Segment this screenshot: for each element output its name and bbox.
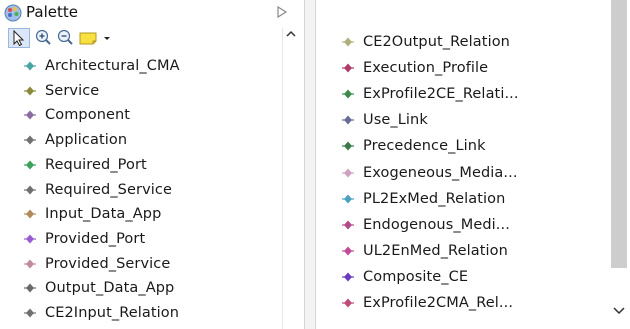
panel-divider (304, 0, 316, 329)
palette-title: Palette (26, 3, 78, 21)
tool-item-label: Precedence_Link (363, 138, 486, 155)
tool-dropdown[interactable] (102, 28, 112, 48)
tool-diamond-icon (342, 220, 354, 230)
select-tool-icon (13, 29, 25, 47)
tool-item-label: ExProfile2CMA_Rel... (363, 295, 514, 311)
tool-diamond-icon (24, 185, 36, 194)
tool-diamond-icon (24, 110, 36, 120)
tool-diamond-icon (342, 298, 354, 308)
palette-tool-item[interactable]: Provided_Service (24, 254, 170, 274)
note-tool[interactable] (78, 28, 100, 48)
tool-item-label: Application (45, 132, 128, 149)
tool-item-label: PL2ExMed_Relation (363, 190, 506, 207)
palette-tool-item[interactable]: Required_Service (24, 180, 172, 200)
dropdown-arrow-icon (104, 37, 110, 40)
tool-diamond-icon (342, 194, 354, 204)
tool-item-label: Component (45, 107, 131, 124)
palette-tool-item[interactable]: Application (24, 130, 127, 150)
tool-item-label: Provided_Port (45, 230, 146, 247)
tool-diamond-icon (24, 259, 36, 269)
left-scrollbar[interactable] (282, 28, 299, 329)
palette-tool-item[interactable]: Required_Port (24, 155, 147, 175)
tool-item-label: Provided_Service (45, 255, 171, 272)
select-tool[interactable] (8, 28, 30, 48)
scroll-down-icon[interactable] (613, 306, 625, 314)
right-scrollbar[interactable] (608, 0, 630, 329)
tool-diamond-icon (342, 246, 354, 256)
palette-tool-item[interactable]: Input_Data_App (24, 204, 161, 224)
palette-tool-item[interactable]: PL2ExMed_Relation (342, 189, 505, 209)
tool-diamond-icon (24, 234, 36, 244)
note-tool-icon (79, 32, 97, 45)
tool-diamond-icon (24, 209, 36, 219)
tool-item-label: Endogenous_Medi... (363, 216, 510, 233)
palette-tool-item[interactable]: Service (24, 81, 99, 101)
tool-item-label: Service (45, 82, 100, 99)
tool-item-label: Output_Data_App (45, 280, 175, 297)
tool-diamond-icon (342, 89, 354, 99)
tool-item-label: Use_Link (363, 112, 428, 129)
tool-item-label: Input_Data_App (45, 206, 162, 223)
palette-panel-left: Palette Architectural_CMA Service Compon… (0, 0, 304, 329)
scrollbar-thumb[interactable] (611, 0, 627, 268)
palette-tool-item[interactable]: ExProfile2CE_Relati... (342, 84, 519, 104)
palette-tool-item[interactable]: Composite_CE (342, 267, 468, 287)
palette-tool-item[interactable]: CE2Output_Relation (342, 32, 510, 52)
tool-item-label: Execution_Profile (363, 60, 489, 77)
tool-diamond-icon (24, 135, 36, 145)
palette-tool-item[interactable]: Execution_Profile (342, 58, 488, 78)
tool-diamond-icon (24, 308, 36, 318)
scroll-up-icon[interactable] (286, 30, 296, 38)
palette-tool-item[interactable]: CE2Input_Relation (24, 303, 179, 323)
tool-item-label: CE2Output_Relation (363, 34, 510, 50)
zoom-in-tool[interactable] (34, 28, 52, 48)
palette-tool-item[interactable]: Use_Link (342, 110, 428, 130)
zoom-out-icon (57, 29, 73, 45)
tool-item-label: CE2Input_Relation (45, 305, 180, 321)
collapse-palette-icon[interactable] (275, 4, 289, 20)
zoom-out-tool[interactable] (56, 28, 74, 48)
palette-icon (4, 4, 22, 22)
tool-item-label: Architectural_CMA (45, 58, 180, 74)
palette-tool-item[interactable]: Precedence_Link (342, 136, 486, 156)
tool-diamond-icon (342, 168, 354, 177)
palette-tool-item[interactable]: Endogenous_Medi... (342, 215, 510, 235)
palette-header: Palette (0, 0, 304, 26)
tool-diamond-icon (342, 141, 354, 151)
tool-item-label: Required_Port (45, 156, 147, 173)
tool-item-label: ExProfile2CE_Relati... (363, 86, 519, 103)
tool-diamond-icon (342, 37, 354, 47)
tool-item-label: Required_Service (45, 181, 172, 198)
palette-toolbar (8, 28, 276, 48)
palette-tool-item[interactable]: Component (24, 105, 130, 125)
palette-tool-item[interactable]: Provided_Port (24, 229, 145, 249)
tool-diamond-icon (24, 160, 36, 170)
tool-diamond-icon (342, 63, 354, 73)
zoom-in-icon (35, 29, 51, 45)
palette-tool-item[interactable]: Exogeneous_Media... (342, 163, 518, 183)
tool-diamond-icon (24, 283, 36, 293)
palette-panel-right: CE2Output_Relation Execution_Profile ExPro… (316, 0, 630, 329)
palette-tool-item[interactable]: Output_Data_App (24, 278, 174, 298)
tool-diamond-icon (342, 115, 354, 125)
tool-diamond-icon (342, 272, 354, 282)
tool-item-label: Exogeneous_Media... (363, 164, 518, 181)
palette-tool-item[interactable]: UL2EnMed_Relation (342, 241, 508, 261)
palette-tool-item[interactable]: Architectural_CMA (24, 56, 180, 76)
tool-diamond-icon (24, 61, 36, 71)
tool-item-label: Composite_CE (363, 268, 469, 285)
tool-diamond-icon (24, 86, 36, 96)
palette-tool-item[interactable]: ExProfile2CMA_Rel... (342, 293, 513, 313)
tool-item-label: UL2EnMed_Relation (363, 242, 508, 259)
